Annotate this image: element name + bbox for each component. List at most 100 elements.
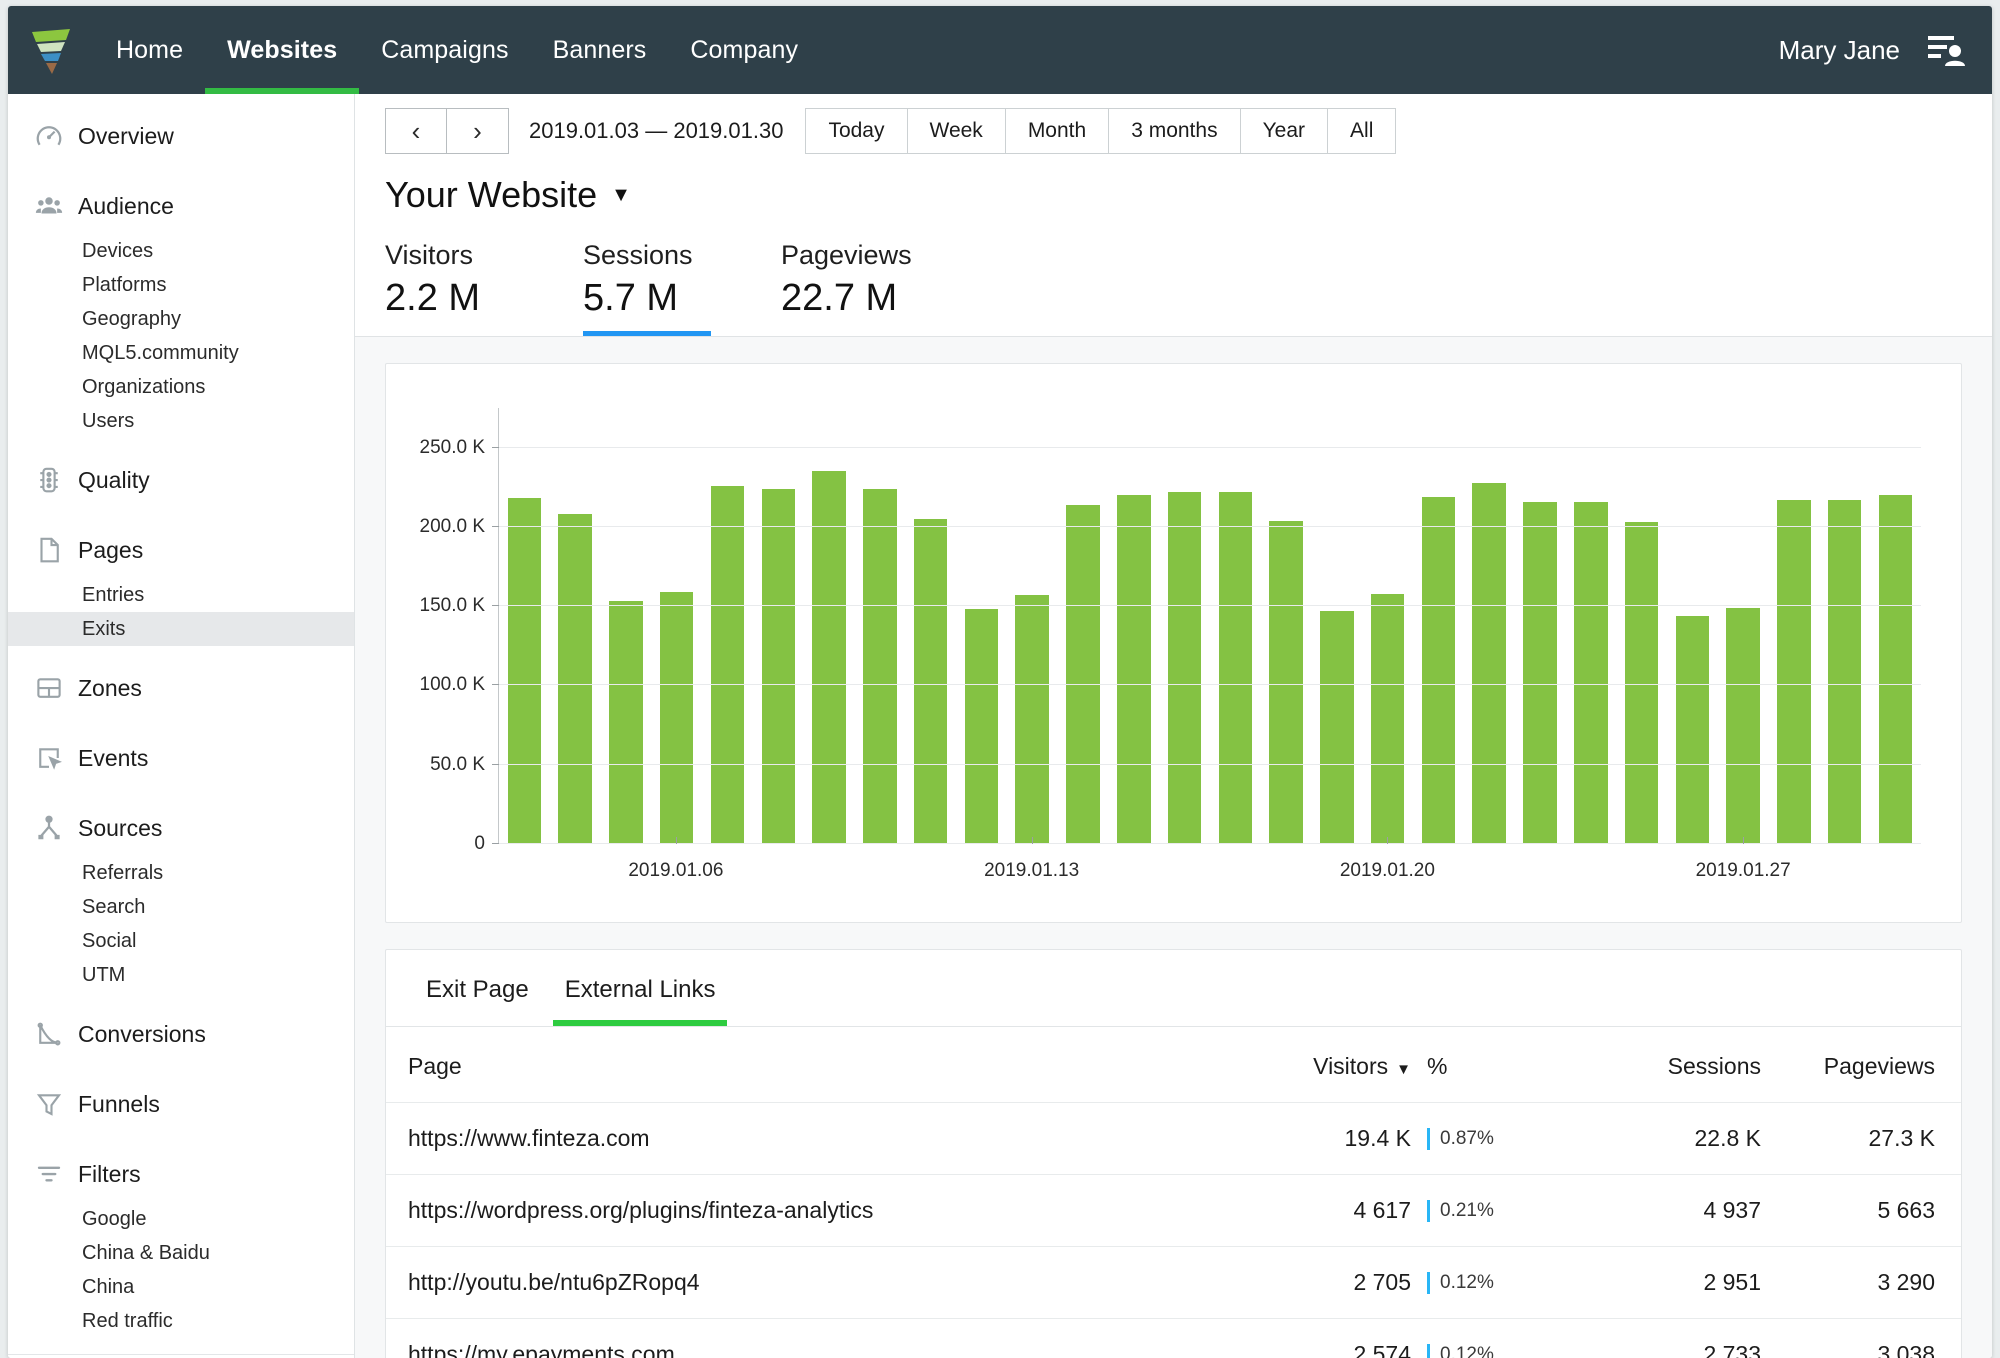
chart-bar-cell[interactable] [1667, 408, 1718, 844]
chart-bar-cell[interactable] [1718, 408, 1769, 844]
site-selector[interactable]: Your Website ▼ [385, 174, 1992, 230]
next-period-button[interactable]: › [447, 108, 509, 154]
sidebar-item-users[interactable]: Users [8, 404, 354, 438]
sidebar-sub-label: MQL5.community [82, 341, 239, 364]
logo[interactable] [8, 6, 94, 94]
sidebar-item-devices[interactable]: Devices [8, 234, 354, 268]
cell-page[interactable]: https://www.finteza.com [386, 1103, 1221, 1175]
nav-item-campaigns[interactable]: Campaigns [359, 6, 530, 94]
chart-bar-cell[interactable] [550, 408, 601, 844]
sidebar-item-exits[interactable]: Exits [8, 612, 354, 646]
chart-bar-cell[interactable] [1819, 408, 1870, 844]
sidebar-item-filters[interactable]: Filters [8, 1146, 354, 1202]
chart-bar-cell[interactable] [1515, 408, 1566, 844]
column-header-page[interactable]: Page [386, 1027, 1221, 1103]
chart-bar-cell[interactable] [702, 408, 753, 844]
sidebar-item-quality[interactable]: Quality [8, 452, 354, 508]
sidebar-item-china-baidu[interactable]: China & Baidu [8, 1236, 354, 1270]
sidebar-item-social[interactable]: Social [8, 924, 354, 958]
sidebar-item-geography[interactable]: Geography [8, 302, 354, 336]
period-today[interactable]: Today [805, 108, 908, 154]
chart-bar-cell[interactable] [1565, 408, 1616, 844]
table-row[interactable]: http://youtu.be/ntu6pZRopq4 2 705 0.12% 2 9… [386, 1246, 1961, 1319]
metric-pageviews[interactable]: Pageviews 22.7 M [781, 230, 931, 336]
chart-bar-cell[interactable] [804, 408, 855, 844]
chart-bar-cell[interactable] [1210, 408, 1261, 844]
column-header-visitors[interactable]: Visitors ▼ [1221, 1027, 1411, 1103]
sidebar-item-funnels[interactable]: Funnels [8, 1076, 354, 1132]
metric-sessions[interactable]: Sessions 5.7 M [583, 230, 733, 336]
table-row[interactable]: https://wordpress.org/plugins/finteza-an… [386, 1174, 1961, 1247]
sidebar-item-china[interactable]: China [8, 1270, 354, 1304]
period-all[interactable]: All [1328, 108, 1397, 154]
chart-bar-cell[interactable] [651, 408, 702, 844]
nav-item-company[interactable]: Company [668, 6, 820, 94]
chart-bar-cell[interactable] [1616, 408, 1667, 844]
sidebar-item-platforms[interactable]: Platforms [8, 268, 354, 302]
table-row[interactable]: https://www.finteza.com 19.4 K 0.87% 22.8 K… [386, 1102, 1961, 1175]
sidebar-item-entries[interactable]: Entries [8, 578, 354, 612]
sidebar-item-google[interactable]: Google [8, 1202, 354, 1236]
top-navigation-bar: Home Websites Campaigns Banners Company … [8, 6, 1992, 94]
sidebar-item-events[interactable]: Events [8, 730, 354, 786]
period-year[interactable]: Year [1240, 108, 1329, 154]
chart-bar-cell[interactable] [1007, 408, 1058, 844]
nav-label: Campaigns [381, 35, 509, 64]
chart-bar-cell[interactable] [956, 408, 1007, 844]
sidebar-item-utm[interactable]: UTM [8, 958, 354, 992]
chart-bar-cell[interactable] [601, 408, 652, 844]
metric-value: 22.7 M [781, 277, 898, 319]
sidebar-item-sources[interactable]: Sources [8, 800, 354, 856]
chart-x-label: 2019.01.06 [628, 860, 724, 881]
tab-external-links[interactable]: External Links [547, 950, 734, 1026]
chart-bar-cell[interactable] [854, 408, 905, 844]
sidebar-item-organizations[interactable]: Organizations [8, 370, 354, 404]
sidebar-item-search[interactable]: Search [8, 890, 354, 924]
sidebar-item-audience[interactable]: Audience [8, 178, 354, 234]
chart-bar [863, 488, 897, 844]
chart-bar-cell[interactable] [499, 408, 550, 844]
nav-item-home[interactable]: Home [94, 6, 205, 94]
sidebar-item-mql5-community[interactable]: MQL5.community [8, 336, 354, 370]
nav-item-websites[interactable]: Websites [205, 6, 360, 94]
cell-sessions: 22.8 K [1694, 1125, 1762, 1151]
period-month[interactable]: Month [1005, 108, 1110, 154]
sidebar-item-zones[interactable]: Zones [8, 660, 354, 716]
chart-bar [1472, 482, 1506, 844]
chart-bar-cell[interactable] [1769, 408, 1820, 844]
column-header-pageviews[interactable]: Pageviews [1761, 1027, 1961, 1103]
chart-bar-cell[interactable] [1413, 408, 1464, 844]
user-name[interactable]: Mary Jane [1779, 35, 1900, 66]
cell-page[interactable]: http://youtu.be/ntu6pZRopq4 [386, 1247, 1221, 1319]
period-3-months[interactable]: 3 months [1109, 108, 1241, 154]
sidebar-item-pages[interactable]: Pages [8, 522, 354, 578]
sidebar-item-conversions[interactable]: Conversions [8, 1006, 354, 1062]
sidebar-item-referrals[interactable]: Referrals [8, 856, 354, 890]
chart-gridline [492, 446, 1921, 448]
sidebar-item-red-traffic[interactable]: Red traffic [8, 1304, 354, 1338]
tab-exit-page[interactable]: Exit Page [408, 950, 547, 1026]
account-list-icon[interactable] [1926, 30, 1966, 70]
chart-bar-cell[interactable] [1058, 408, 1109, 844]
chart-bar-cell[interactable] [905, 408, 956, 844]
sidebar-item-overview[interactable]: Overview [8, 108, 354, 164]
chart-bar-cell[interactable] [1312, 408, 1363, 844]
cell-page[interactable]: https://my.epayments.com [386, 1319, 1221, 1358]
column-header-percent[interactable]: % [1411, 1027, 1571, 1103]
chart-bar-cell[interactable] [1870, 408, 1921, 844]
chart-bar-cell[interactable] [753, 408, 804, 844]
sidebar-sub-label: Social [82, 929, 137, 952]
date-range-label[interactable]: 2019.01.03 — 2019.01.30 [529, 118, 783, 144]
table-row[interactable]: https://my.epayments.com 2 574 0.12% 2 733 3… [386, 1318, 1961, 1358]
column-header-sessions[interactable]: Sessions [1571, 1027, 1761, 1103]
prev-period-button[interactable]: ‹ [385, 108, 447, 154]
chart-bar-cell[interactable] [1159, 408, 1210, 844]
chart-bar-cell[interactable] [1464, 408, 1515, 844]
chart-bar-cell[interactable] [1362, 408, 1413, 844]
chart-bar-cell[interactable] [1261, 408, 1312, 844]
metric-visitors[interactable]: Visitors 2.2 M [385, 230, 535, 336]
cell-page[interactable]: https://wordpress.org/plugins/finteza-an… [386, 1175, 1221, 1247]
nav-item-banners[interactable]: Banners [531, 6, 669, 94]
chart-bar-cell[interactable] [1108, 408, 1159, 844]
period-week[interactable]: Week [907, 108, 1006, 154]
